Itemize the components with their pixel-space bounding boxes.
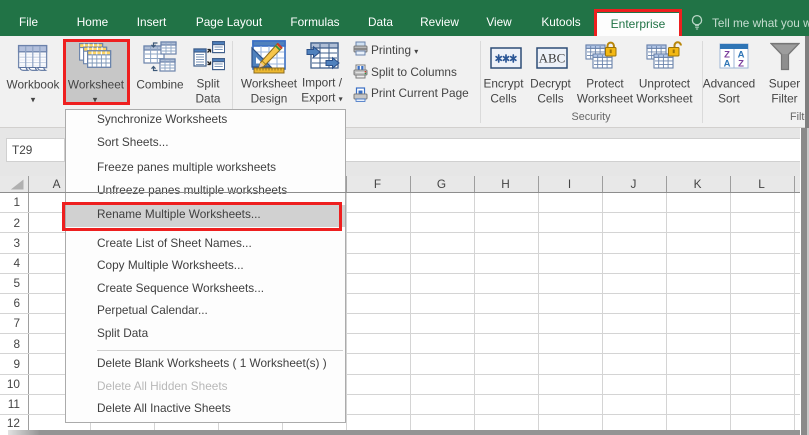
- svg-text:ABC: ABC: [539, 50, 566, 65]
- svg-text:Z: Z: [738, 59, 744, 70]
- svg-text:A: A: [724, 59, 731, 70]
